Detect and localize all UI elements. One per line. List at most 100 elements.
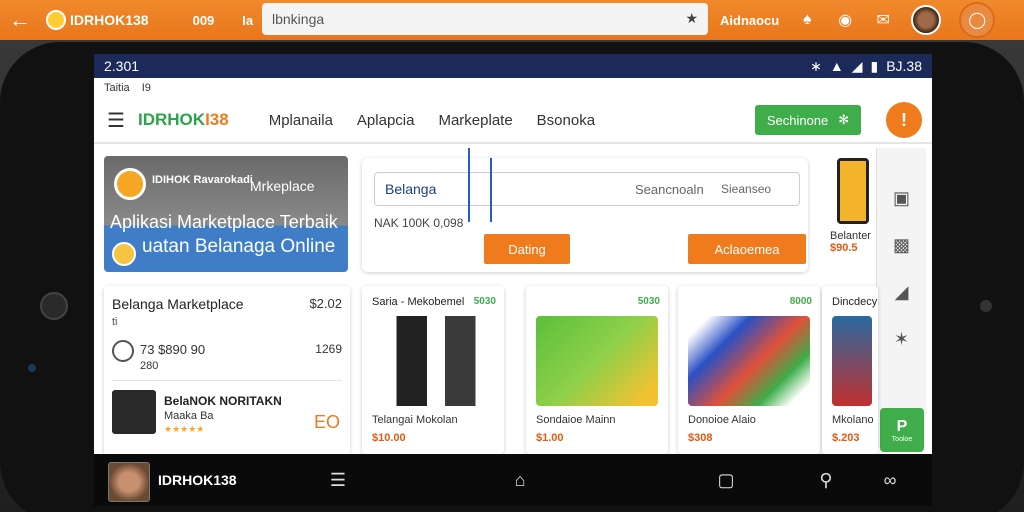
menu-icon[interactable]: ☰ xyxy=(326,468,350,492)
status-icons: ∗ ▲ ◢ ▮ BJ.38 xyxy=(810,58,922,75)
tab-label-a[interactable]: 009 xyxy=(193,13,215,28)
product-card[interactable]: Dincdecy Mkolano $.203 xyxy=(822,286,878,454)
hamburger-menu-icon[interactable]: ☰ xyxy=(94,108,138,133)
nav-link-1[interactable]: Mplanaila xyxy=(269,112,333,129)
list-dot: ti xyxy=(112,316,118,328)
back-arrow-icon[interactable]: ← xyxy=(0,0,40,40)
list-card: Belanga Marketplace $2.02 ti 73 $890 90 … xyxy=(104,286,350,454)
person-image xyxy=(832,316,872,406)
square-icon[interactable]: ▢ xyxy=(714,468,738,492)
bottom-nav: IDRHOK138 ☰ ⌂ ▢ ⚲ ∞ xyxy=(94,454,932,506)
product-head: Saria - Mekobemel xyxy=(372,296,465,308)
phone-image xyxy=(372,316,494,406)
screenshot: ← IDRHOK138 009 Ia lbnkinga ★ Aidnaocu ♠… xyxy=(0,0,1024,512)
address-bar[interactable]: lbnkinga ★ xyxy=(262,3,708,35)
hero-badge-text: IDIHOK Ravarokadi xyxy=(152,174,253,186)
nav-action-button[interactable]: Sechinone ✻ xyxy=(755,105,861,135)
hero-coin-icon xyxy=(112,242,136,266)
browser-toolbar: ← IDRHOK138 009 Ia lbnkinga ★ Aidnaocu ♠… xyxy=(0,0,1024,40)
user-avatar[interactable] xyxy=(108,462,150,502)
wifi-icon: ▲ xyxy=(829,58,844,74)
toolbar-right: Aidnaocu ♠ ◉ ✉ ◯ xyxy=(720,0,996,40)
status-bar: 2.301 ∗ ▲ ◢ ▮ BJ.38 xyxy=(94,54,932,78)
search-value: Belanga xyxy=(385,181,437,197)
list-row-2-price[interactable]: 1269 xyxy=(315,342,342,356)
camera-icon[interactable]: ◉ xyxy=(835,10,855,30)
tag-icon[interactable]: ◢ xyxy=(895,282,909,303)
hero-line-1: Aplikasi Marketplace Terbaik xyxy=(110,212,338,232)
share-icon[interactable]: ✶ xyxy=(894,329,909,350)
product-name: Telangai Mokolan xyxy=(372,414,458,426)
hero-banner[interactable]: IDIHOK Ravarokadi Mrkeplace Aplikasi Mar… xyxy=(104,156,348,272)
toolbar-right-label[interactable]: Aidnaocu xyxy=(720,13,779,28)
profile-avatar[interactable] xyxy=(911,5,942,35)
cards-image xyxy=(536,316,658,406)
product-name: Mkolano xyxy=(832,414,874,426)
home-icon[interactable]: ⌂ xyxy=(508,468,532,492)
product-tag: 5030 xyxy=(637,296,660,307)
app-logo[interactable]: IDRHOKI38 xyxy=(138,110,229,130)
folder-icon[interactable]: ▣ xyxy=(893,188,910,209)
app-screen: 2.301 ∗ ▲ ◢ ▮ BJ.38 Taitia I9 ☰ IDRHOKI3… xyxy=(94,54,932,454)
list-row-2a: 73 $890 90 xyxy=(140,342,206,357)
list-row-3-icon[interactable]: EO xyxy=(314,412,340,433)
status-right: BJ.38 xyxy=(886,58,922,74)
share-icon: ✻ xyxy=(838,112,850,127)
rail-p-button[interactable]: P Tooloe xyxy=(880,408,924,452)
chat-icon[interactable]: ✉ xyxy=(873,10,893,30)
guide-line xyxy=(468,148,470,222)
product-name: Donoioe Alaio xyxy=(688,414,756,426)
promo-phone[interactable]: Belanter $90.5 xyxy=(830,158,876,272)
chart-icon[interactable]: ▩ xyxy=(893,235,910,256)
link-icon[interactable]: ∞ xyxy=(878,468,902,492)
list-row-2b: 280 xyxy=(140,360,159,372)
search-input[interactable]: Belanga Seancnoaln Sieanseo xyxy=(374,172,800,206)
hero-line-2: uatan Belanaga Online xyxy=(142,236,336,257)
dating-button[interactable]: Dating xyxy=(484,234,570,264)
product-tag: 5030 xyxy=(473,296,496,307)
battery-icon: ▮ xyxy=(870,57,879,74)
face-icon xyxy=(112,340,134,362)
right-rail: ▣ ▩ ◢ ✶ xyxy=(876,148,926,448)
app-navbar: ☰ IDRHOKI38 Mplanaila Aplapcia Markeplat… xyxy=(94,98,932,144)
user-name: IDRHOK138 xyxy=(158,472,237,488)
list-title: Belanga Marketplace xyxy=(112,296,244,312)
product-card[interactable]: 8000 Donoioe Alaio $308 xyxy=(678,286,820,454)
search-placeholder-b: Sieanseo xyxy=(721,182,772,196)
phone-camera-icon xyxy=(40,292,68,320)
search-meta: NAK 100K 0,098 xyxy=(374,216,464,230)
search-card: Belanga Seancnoaln Sieanseo NAK 100K 0,0… xyxy=(362,158,808,272)
payment-cards-image xyxy=(688,316,810,406)
list-row-3[interactable]: BelaNOK NORITAKN xyxy=(164,394,282,408)
signal-icon: ◢ xyxy=(851,57,863,74)
rating-stars-icon: ★★★★★ xyxy=(164,424,205,434)
divider xyxy=(112,380,342,381)
account-icon[interactable]: ◯ xyxy=(959,2,996,38)
bookmark-icon[interactable]: ★ xyxy=(685,10,698,27)
search-icon[interactable]: ⚲ xyxy=(814,468,838,492)
product-head: Dincdecy xyxy=(832,296,878,308)
brand-tab[interactable]: IDRHOK138 xyxy=(46,10,149,30)
phone-sensor-icon xyxy=(980,300,992,312)
nav-link-4[interactable]: Bsonoka xyxy=(537,112,595,129)
promo-label: Belanter xyxy=(830,230,871,242)
product-card[interactable]: Saria - Mekobemel 5030 Telangai Mokolan … xyxy=(362,286,504,454)
hero-badge-icon xyxy=(114,168,146,200)
rail-p-label: P xyxy=(896,417,908,435)
list-row-3b: Maaka Ba xyxy=(164,410,214,422)
address-text: lbnkinga xyxy=(272,11,325,27)
nav-link-2[interactable]: Aplapcia xyxy=(357,112,415,129)
notification-icon[interactable]: ! xyxy=(886,102,922,138)
tab-label-b[interactable]: Ia xyxy=(242,13,253,28)
subhead-left: Taitia xyxy=(104,82,130,94)
nav-link-3[interactable]: Markeplate xyxy=(438,112,512,129)
product-price: $10.00 xyxy=(372,432,406,444)
product-name: Sondaioe Mainn xyxy=(536,414,616,426)
extension-icon[interactable]: ♠ xyxy=(797,10,817,30)
phone-led-icon xyxy=(28,364,36,372)
product-card[interactable]: 5030 Sondaioe Mainn $1.00 xyxy=(526,286,668,454)
bag-icon xyxy=(112,390,156,434)
promo-device-icon xyxy=(837,158,869,224)
secondary-button[interactable]: Aclaoemea xyxy=(688,234,806,264)
logo-part-b: I38 xyxy=(205,110,229,129)
